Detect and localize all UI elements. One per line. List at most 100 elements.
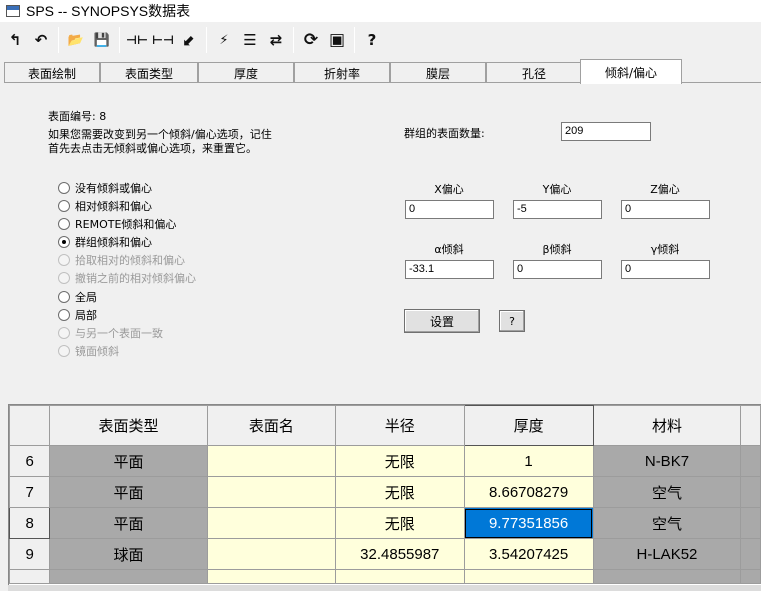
- cell-thickness[interactable]: [463, 569, 594, 584]
- cell-radius[interactable]: 无限: [334, 507, 465, 539]
- grid-corner-header: [9, 405, 51, 446]
- cell-material[interactable]: 空气: [592, 476, 742, 508]
- option-no-tilt-decenter[interactable]: 没有倾斜或偏心: [58, 180, 152, 196]
- row-number[interactable]: [9, 569, 51, 584]
- cell-surface-type[interactable]: [49, 569, 208, 584]
- pick-tool-icon[interactable]: ⬋: [176, 26, 202, 54]
- cell-surface-type[interactable]: 平面: [49, 445, 208, 477]
- cell-thickness[interactable]: 3.54207425: [463, 538, 594, 570]
- table-row: 9 球面 32.4855987 3.54207425 H-LAK52: [9, 538, 761, 570]
- cell-material[interactable]: H-LAK52: [592, 538, 742, 570]
- horizontal-scrollbar[interactable]: [8, 585, 761, 591]
- cell-radius[interactable]: 无限: [334, 476, 465, 508]
- refresh-icon[interactable]: ⟳: [298, 26, 324, 54]
- x-decenter-input[interactable]: 0: [405, 200, 494, 219]
- row-number[interactable]: 6: [9, 445, 51, 477]
- option-undo-relative: 撤销之前的相对倾斜偏心: [58, 270, 196, 286]
- redo-arrow-icon[interactable]: ↶: [28, 26, 54, 54]
- save-disk-icon[interactable]: 💾: [89, 26, 115, 54]
- cell-surface-type[interactable]: 球面: [49, 538, 208, 570]
- toolbar-separator: [206, 27, 207, 53]
- delete-surface-icon[interactable]: ⊢⊣: [150, 26, 176, 54]
- window-icon[interactable]: ▣: [324, 26, 350, 54]
- group-count-input[interactable]: 209: [561, 122, 651, 141]
- alpha-tilt-label: α倾斜: [434, 243, 464, 256]
- tab-thickness[interactable]: 厚度: [198, 62, 294, 83]
- row-number[interactable]: 9: [9, 538, 51, 570]
- cell-material[interactable]: [592, 569, 742, 584]
- toolbar-separator: [58, 27, 59, 53]
- tab-tilt-decenter[interactable]: 倾斜/偏心: [580, 59, 682, 84]
- radio-circle: [58, 291, 70, 303]
- option-relative-tilt-decenter[interactable]: 相对倾斜和偏心: [58, 198, 152, 214]
- radio-circle: [58, 254, 70, 266]
- option-label: 局部: [75, 309, 97, 322]
- spreadsheet-icon[interactable]: ☰: [237, 26, 263, 54]
- gamma-tilt-input[interactable]: 0: [621, 260, 710, 279]
- row-number[interactable]: 8: [9, 507, 51, 539]
- option-label: 相对倾斜和偏心: [75, 200, 152, 213]
- cell-thickness-selected[interactable]: 9.77351856: [463, 507, 594, 539]
- cell-thickness[interactable]: 8.66708279: [463, 476, 594, 508]
- cell-surface-name[interactable]: [206, 538, 336, 570]
- gamma-tilt-label: γ倾斜: [650, 243, 680, 256]
- option-group-tilt-decenter[interactable]: 群组倾斜和偏心: [58, 234, 152, 250]
- tab-strip: 表面绘制 表面类型 厚度 折射率 膜层 孔径 倾斜/偏心: [4, 59, 761, 84]
- help-icon[interactable]: ?: [359, 26, 385, 54]
- column-header-material[interactable]: 材料: [592, 405, 742, 446]
- radio-circle: [58, 327, 70, 339]
- y-decenter-label: Y偏心: [542, 183, 572, 196]
- column-header-thickness[interactable]: 厚度: [463, 405, 594, 446]
- cell-surface-name[interactable]: [206, 445, 336, 477]
- table-row: 6 平面 无限 1 N-BK7: [9, 445, 761, 477]
- radio-circle: [58, 200, 70, 212]
- cell-radius[interactable]: 32.4855987: [334, 538, 465, 570]
- insert-surface-icon[interactable]: ⊣⊢: [124, 26, 150, 54]
- alpha-tilt-input[interactable]: -33.1: [405, 260, 494, 279]
- surface-number-label: 表面编号: 8: [48, 110, 107, 123]
- cell-radius[interactable]: 无限: [334, 445, 465, 477]
- option-match-surface: 与另一个表面一致: [58, 325, 163, 341]
- cell-radius[interactable]: [334, 569, 465, 584]
- ray-trace-icon[interactable]: ⚡: [211, 26, 237, 54]
- radio-circle: [58, 218, 70, 230]
- tab-refractive-index[interactable]: 折射率: [294, 62, 390, 83]
- x-decenter-label: X偏心: [434, 183, 464, 196]
- tab-surface-draw[interactable]: 表面绘制: [4, 62, 100, 83]
- option-label: REMOTE倾斜和偏心: [75, 218, 177, 231]
- y-decenter-input[interactable]: -5: [513, 200, 602, 219]
- column-header-surface-type[interactable]: 表面类型: [49, 405, 208, 446]
- option-global[interactable]: 全局: [58, 289, 97, 305]
- tab-aperture[interactable]: 孔径: [486, 62, 582, 83]
- beta-tilt-label: β倾斜: [542, 243, 572, 256]
- tab-coating[interactable]: 膜层: [390, 62, 486, 83]
- cell-material[interactable]: 空气: [592, 507, 742, 539]
- cell-surface-name[interactable]: [206, 569, 336, 584]
- set-button[interactable]: 设置: [404, 309, 480, 333]
- help-button[interactable]: ?: [499, 310, 525, 332]
- cell-surface-type[interactable]: 平面: [49, 507, 208, 539]
- cell-surface-name[interactable]: [206, 476, 336, 508]
- column-header-radius[interactable]: 半径: [334, 405, 465, 446]
- open-folder-icon[interactable]: 📂: [63, 26, 89, 54]
- title-bar: SPS -- SYNOPSYS数据表: [0, 0, 761, 22]
- undo-arrow-icon[interactable]: ↰: [2, 26, 28, 54]
- table-row-partial: [9, 569, 761, 584]
- option-remote-tilt-decenter[interactable]: REMOTE倾斜和偏心: [58, 216, 176, 232]
- cell-material[interactable]: N-BK7: [592, 445, 742, 477]
- z-decenter-label: Z偏心: [650, 183, 680, 196]
- option-local[interactable]: 局部: [58, 307, 97, 323]
- cell-surface-type[interactable]: 平面: [49, 476, 208, 508]
- z-decenter-input[interactable]: 0: [621, 200, 710, 219]
- cell-surface-name[interactable]: [206, 507, 336, 539]
- column-header-surface-name[interactable]: 表面名: [206, 405, 336, 446]
- option-label: 撤销之前的相对倾斜偏心: [75, 272, 196, 285]
- tab-surface-type[interactable]: 表面类型: [100, 62, 198, 83]
- cell-thickness[interactable]: 1: [463, 445, 594, 477]
- beta-tilt-input[interactable]: 0: [513, 260, 602, 279]
- row-number[interactable]: 7: [9, 476, 51, 508]
- toolbar-separator: [354, 27, 355, 53]
- app-window-icon: [6, 5, 20, 17]
- adjust-sliders-icon[interactable]: ⇄: [263, 26, 289, 54]
- toolbar-separator: [293, 27, 294, 53]
